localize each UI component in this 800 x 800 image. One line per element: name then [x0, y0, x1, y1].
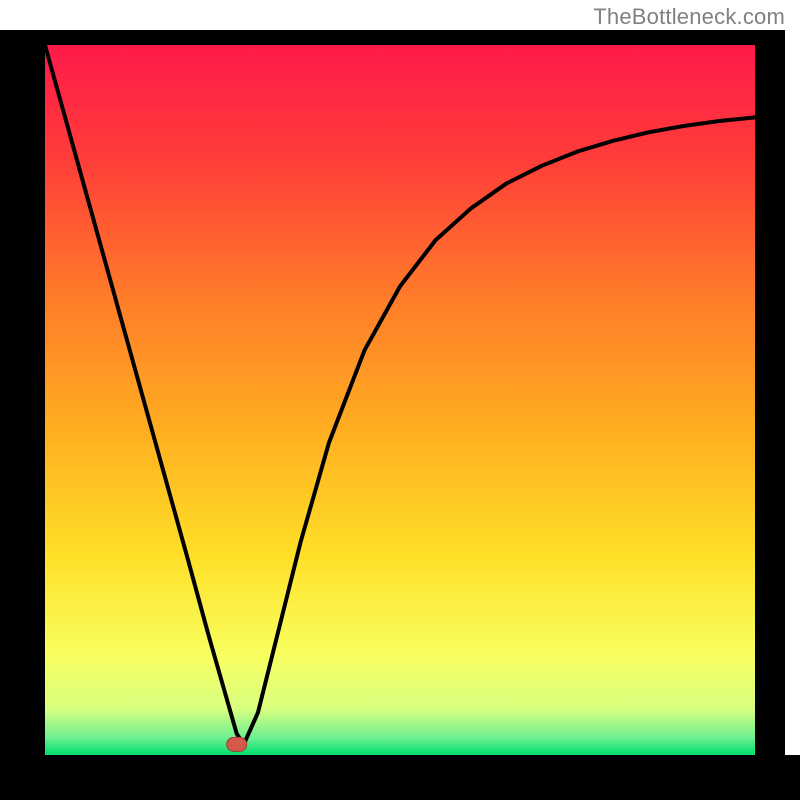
optimum-marker — [227, 737, 247, 751]
frame-left-fill — [0, 30, 30, 800]
gradient-background — [45, 45, 755, 755]
header-strip: TheBottleneck.com — [0, 0, 800, 30]
chart-svg — [0, 30, 800, 800]
watermark-text: TheBottleneck.com — [593, 4, 785, 30]
chart-stage: TheBottleneck.com — [0, 0, 800, 800]
frame-bottom-fill — [0, 755, 800, 800]
plot-area — [0, 30, 800, 800]
